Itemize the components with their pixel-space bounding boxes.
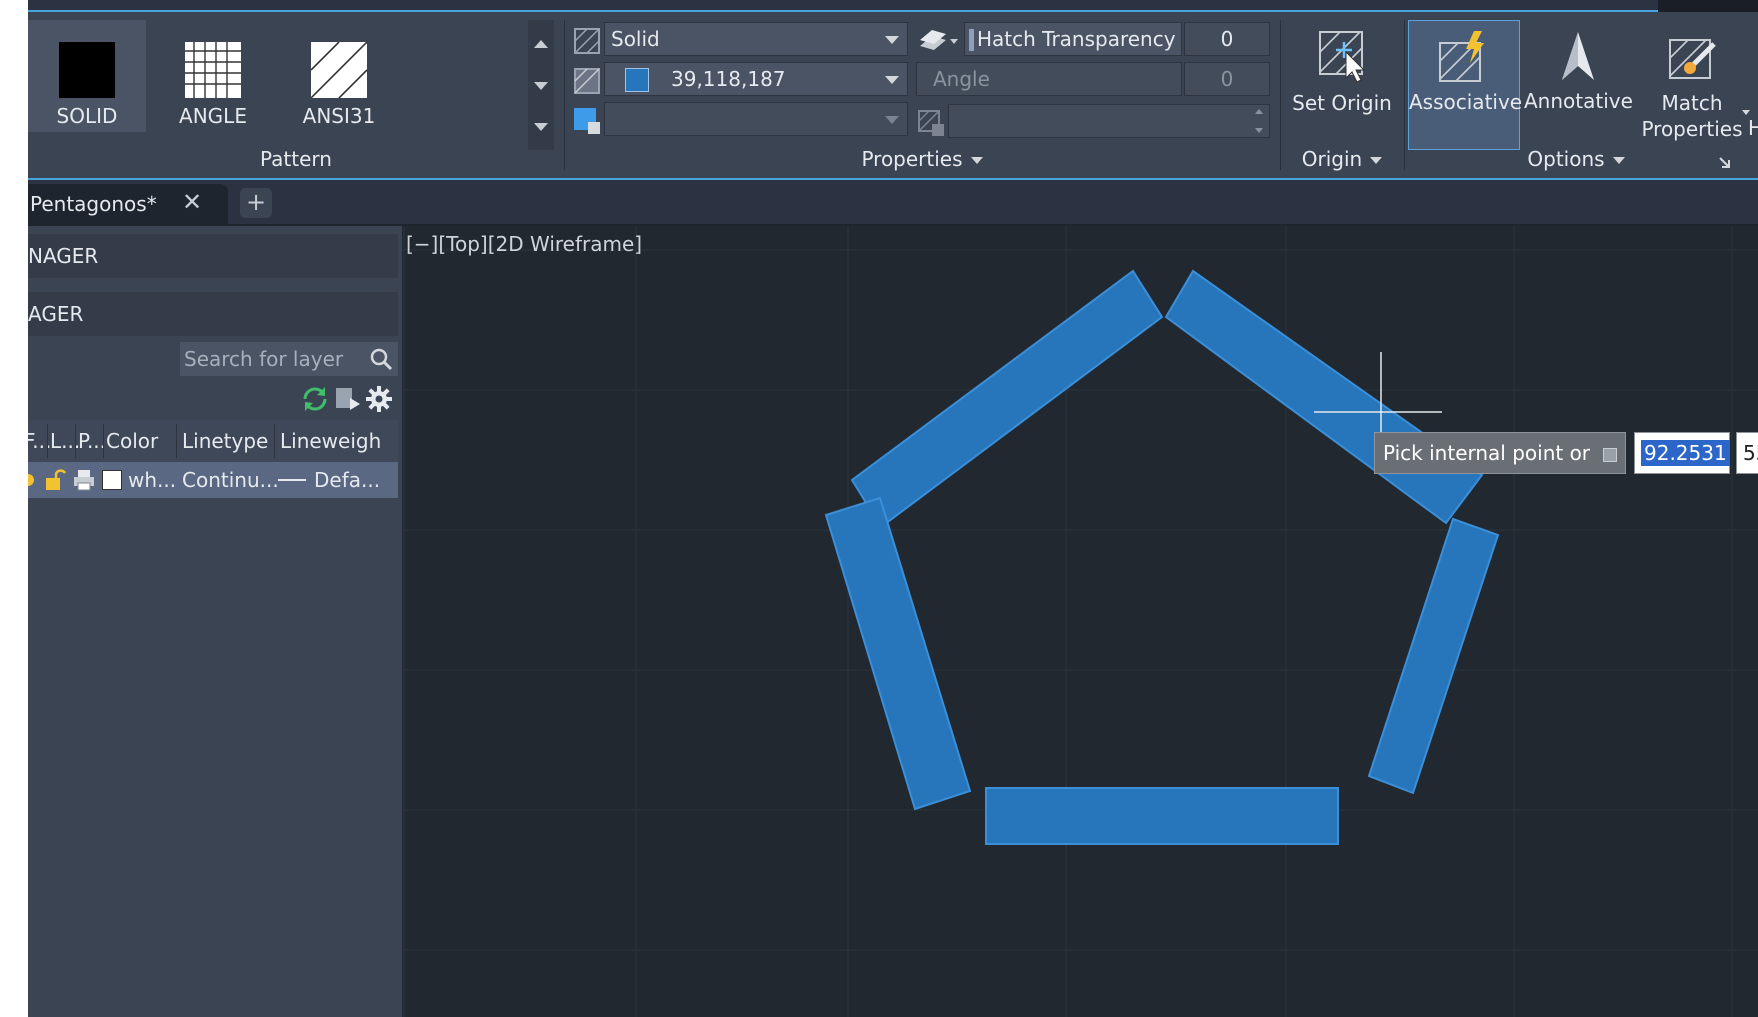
spin-down-icon[interactable] <box>1255 128 1263 133</box>
chevron-down-icon <box>885 116 899 124</box>
hatch-segment-bottom[interactable] <box>985 787 1339 845</box>
gear-icon[interactable] <box>364 384 394 414</box>
layer-properties-manager: NAGER AGER Search for layer F... L.. <box>28 226 402 1017</box>
panel-launcher-icon[interactable] <box>1718 156 1732 170</box>
background-color-icon <box>574 108 600 134</box>
close-icon[interactable]: ✕ <box>182 188 202 216</box>
properties-panel-title[interactable]: Properties <box>564 142 1280 176</box>
refresh-icon[interactable] <box>300 384 330 414</box>
set-origin-icon <box>1319 31 1366 83</box>
palette-subtitle-bar: AGER <box>28 292 398 336</box>
title-strip <box>28 0 1758 12</box>
hatch-color-icon <box>574 68 600 94</box>
autocad-window: SOLID ANGLE ANSI31 Pattern Solid 39,118,… <box>28 0 1758 1017</box>
drawing-viewport[interactable]: [−][Top][2D Wireframe] <box>402 226 1758 1017</box>
drawing-canvas[interactable] <box>402 226 1758 1017</box>
associative-icon <box>1439 31 1484 82</box>
pattern-gallery-scroll[interactable] <box>528 20 554 150</box>
search-icon[interactable] <box>368 346 394 372</box>
angle-field[interactable]: Angle <box>916 62 1182 96</box>
pattern-swatch-label: ANSI31 <box>302 104 376 128</box>
pattern-swatch-angle[interactable]: ANGLE <box>154 20 272 132</box>
origin-panel-title[interactable]: Origin <box>1280 142 1404 176</box>
pattern-panel-title: Pattern <box>260 147 332 171</box>
chevron-down-icon <box>970 157 983 164</box>
background-color-dropdown[interactable] <box>604 102 908 136</box>
associative-toggle[interactable]: Associative <box>1408 20 1522 150</box>
hatch-segment-top-left[interactable] <box>850 269 1164 529</box>
scroll-down-icon[interactable] <box>534 82 548 90</box>
chevron-down-icon[interactable] <box>1742 110 1750 115</box>
column-header-plot[interactable]: P... <box>78 429 106 453</box>
file-tab-bar: Pentagonos* ✕ + <box>28 180 1758 224</box>
lineweight-sample <box>278 479 306 481</box>
chevron-down-icon <box>1612 157 1625 164</box>
layer-row[interactable]: wh... Continu... Defa... <box>28 462 398 498</box>
color-swatch <box>625 68 649 92</box>
hatch-segment-right[interactable] <box>1367 517 1500 795</box>
pattern-swatch-label: ANGLE <box>179 104 247 128</box>
match-properties-icon <box>1669 39 1716 79</box>
chevron-down-icon <box>885 76 899 84</box>
palette-title-bar: NAGER <box>28 234 398 278</box>
options-arrow-icon[interactable] <box>1603 448 1617 462</box>
column-header-lineweight[interactable]: Lineweigh <box>280 429 381 453</box>
file-tab-pentagonos[interactable]: Pentagonos* ✕ <box>28 184 228 224</box>
match-properties-button[interactable]: Match Properties <box>1636 20 1750 150</box>
diagonal-hatch-icon <box>311 42 367 98</box>
layer-states-icon[interactable] <box>332 384 362 414</box>
pattern-swatch-ansi31[interactable]: ANSI31 <box>280 20 398 132</box>
options-panel-title[interactable]: Options <box>1404 142 1748 176</box>
hatch-scale-input[interactable] <box>948 104 1270 138</box>
hatch-type-icon <box>574 28 600 54</box>
hatch-transparency-field[interactable]: Hatch Transparency <box>964 22 1182 56</box>
layer-override-icon[interactable] <box>916 26 960 56</box>
solid-fill-icon <box>59 42 115 98</box>
unlock-icon[interactable] <box>44 468 66 492</box>
spin-up-icon[interactable] <box>1255 109 1263 114</box>
cut-off-button-label: H <box>1748 116 1758 140</box>
dynamic-input-x-field[interactable]: 92.2531 <box>1634 432 1730 474</box>
layer-color-swatch[interactable] <box>102 470 122 490</box>
scroll-up-icon[interactable] <box>534 40 548 48</box>
layer-table-header: F... L... P... Color Linetype Lineweigh <box>28 420 398 462</box>
hatch-scale-icon <box>918 110 944 136</box>
angle-value-input[interactable]: 0 <box>1184 62 1270 96</box>
printer-icon[interactable] <box>72 468 96 492</box>
hatch-creation-ribbon: SOLID ANGLE ANSI31 Pattern Solid 39,118,… <box>28 12 1758 180</box>
annotative-toggle[interactable]: Annotative <box>1524 20 1633 150</box>
dynamic-input-prompt: Pick internal point or <box>1374 432 1626 474</box>
dynamic-input-y-field[interactable]: 55 <box>1736 432 1758 474</box>
new-tab-button[interactable]: + <box>240 188 272 218</box>
column-header-color[interactable]: Color <box>106 429 158 453</box>
set-origin-button[interactable]: Set Origin <box>1286 20 1398 150</box>
chevron-down-icon <box>885 36 899 44</box>
column-header-linetype[interactable]: Linetype <box>182 429 268 453</box>
annotative-icon <box>1562 32 1594 80</box>
chevron-down-icon <box>1370 157 1383 164</box>
freeze-sun-icon[interactable] <box>28 474 34 486</box>
viewport-controls-label[interactable]: [−][Top][2D Wireframe] <box>406 232 642 256</box>
hatch-color-dropdown[interactable]: 39,118,187 <box>604 62 908 96</box>
layer-search-input[interactable]: Search for layer <box>180 342 398 376</box>
pentagon-hatch[interactable] <box>824 269 1500 845</box>
transparency-value-input[interactable]: 0 <box>1184 22 1270 56</box>
pattern-swatch-label: SOLID <box>56 104 118 128</box>
pattern-swatch-solid[interactable]: SOLID <box>28 20 146 132</box>
angle-grid-icon <box>185 42 241 98</box>
hatch-segment-top-right[interactable] <box>1164 269 1484 525</box>
hatch-type-dropdown[interactable]: Solid <box>604 22 908 56</box>
gallery-expand-icon[interactable] <box>534 123 548 131</box>
